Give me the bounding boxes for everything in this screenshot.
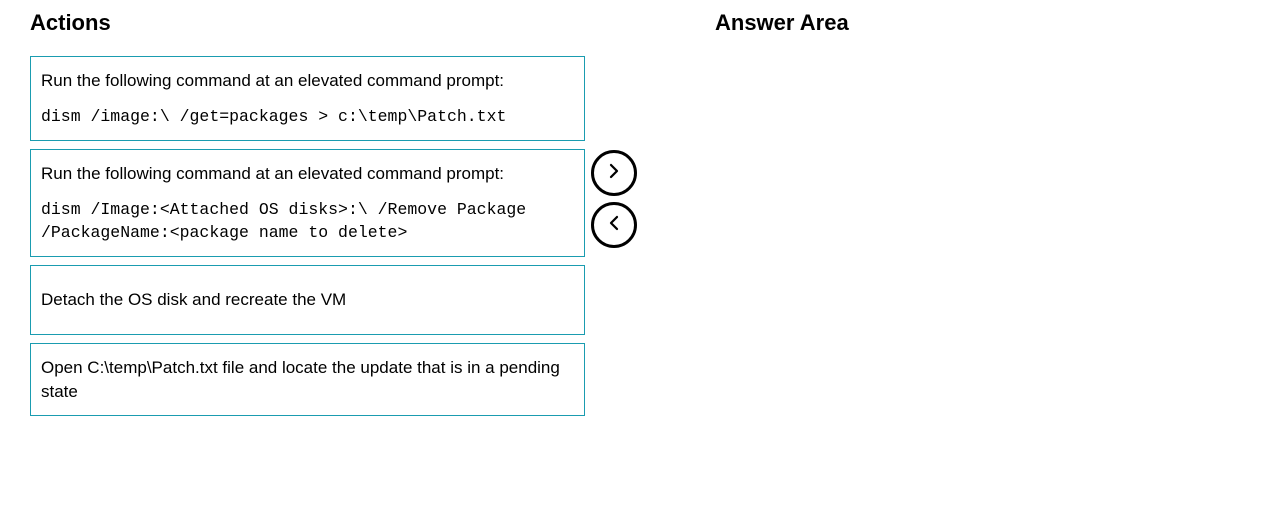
action-text: Detach the OS disk and recreate the VM (41, 288, 574, 312)
answer-area-column: Answer Area (715, 10, 849, 496)
move-buttons-group (591, 150, 637, 248)
move-left-button[interactable] (591, 202, 637, 248)
move-right-button[interactable] (591, 150, 637, 196)
chevron-left-icon (605, 214, 623, 237)
action-command-text: dism /Image:<Attached OS disks>:\ /Remov… (41, 198, 574, 244)
action-item[interactable]: Run the following command at an elevated… (30, 149, 585, 257)
actions-column: Actions Run the following command at an … (30, 10, 585, 496)
answer-area-heading: Answer Area (715, 10, 849, 36)
chevron-right-icon (605, 162, 623, 185)
action-item[interactable]: Run the following command at an elevated… (30, 56, 585, 141)
action-lead-text: Run the following command at an elevated… (41, 162, 574, 186)
drag-drop-container: Actions Run the following command at an … (30, 10, 1246, 496)
action-lead-text: Run the following command at an elevated… (41, 69, 574, 93)
action-text: Open C:\temp\Patch.txt file and locate t… (41, 356, 574, 404)
actions-heading: Actions (30, 10, 585, 36)
action-item[interactable]: Detach the OS disk and recreate the VM (30, 265, 585, 335)
action-command-text: dism /image:\ /get=packages > c:\temp\Pa… (41, 105, 574, 128)
action-item[interactable]: Open C:\temp\Patch.txt file and locate t… (30, 343, 585, 417)
